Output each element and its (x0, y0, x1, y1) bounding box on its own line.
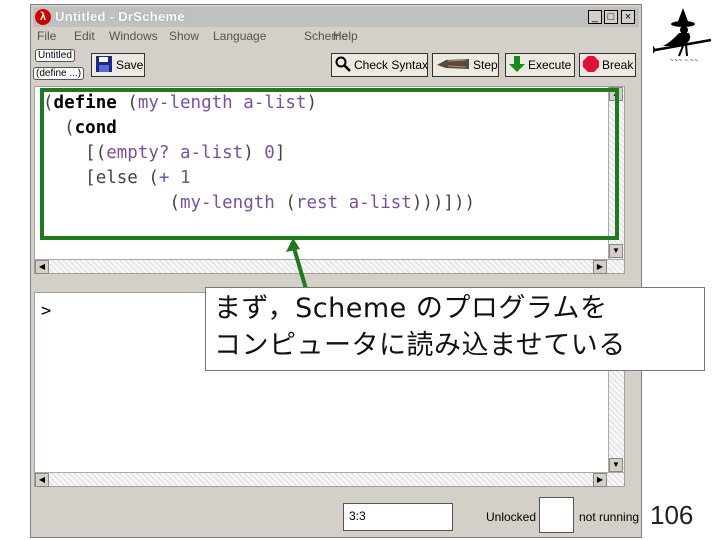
callout-arrow (286, 238, 308, 290)
slide-page-number: 106 (650, 500, 694, 530)
witch-on-broom-logo: ~~~ ~ ~~ (650, 6, 715, 64)
slide-callout: まず，Scheme のプログラムを コンピュータに読み込ませている (205, 287, 705, 371)
callout-line-2: コンピュータに読み込ませている (214, 330, 626, 361)
svg-text:~~~ ~ ~~: ~~~ ~ ~~ (670, 58, 698, 64)
callout-line-1: まず，Scheme のプログラムを (214, 293, 608, 324)
